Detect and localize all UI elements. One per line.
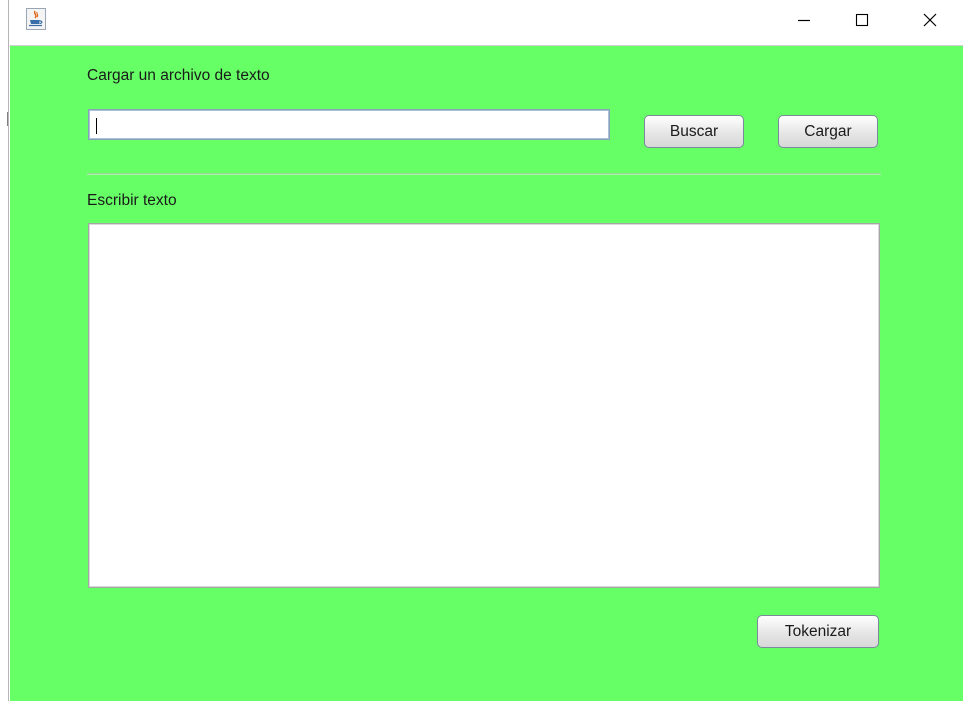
tokenize-button[interactable]: Tokenizar [757,615,879,648]
close-icon [923,13,937,27]
file-path-input[interactable] [88,109,610,140]
main-panel: Cargar un archivo de texto Buscar Cargar… [10,45,963,701]
left-window-edge [0,0,9,701]
browse-button[interactable]: Buscar [644,115,744,148]
load-file-label: Cargar un archivo de texto [87,67,270,84]
load-button[interactable]: Cargar [778,115,878,148]
minimize-icon [798,19,810,22]
text-input-area[interactable] [88,223,880,588]
write-text-label: Escribir texto [87,192,177,209]
section-separator [87,173,881,175]
maximize-icon [855,13,869,27]
maximize-button[interactable] [839,0,885,40]
java-coffee-icon[interactable] [26,8,46,30]
edge-marker [7,112,8,126]
app-window: Cargar un archivo de texto Buscar Cargar… [0,0,963,701]
close-button[interactable] [907,0,953,40]
text-caret [96,118,97,134]
minimize-button[interactable] [781,0,827,40]
title-bar[interactable] [10,0,963,45]
